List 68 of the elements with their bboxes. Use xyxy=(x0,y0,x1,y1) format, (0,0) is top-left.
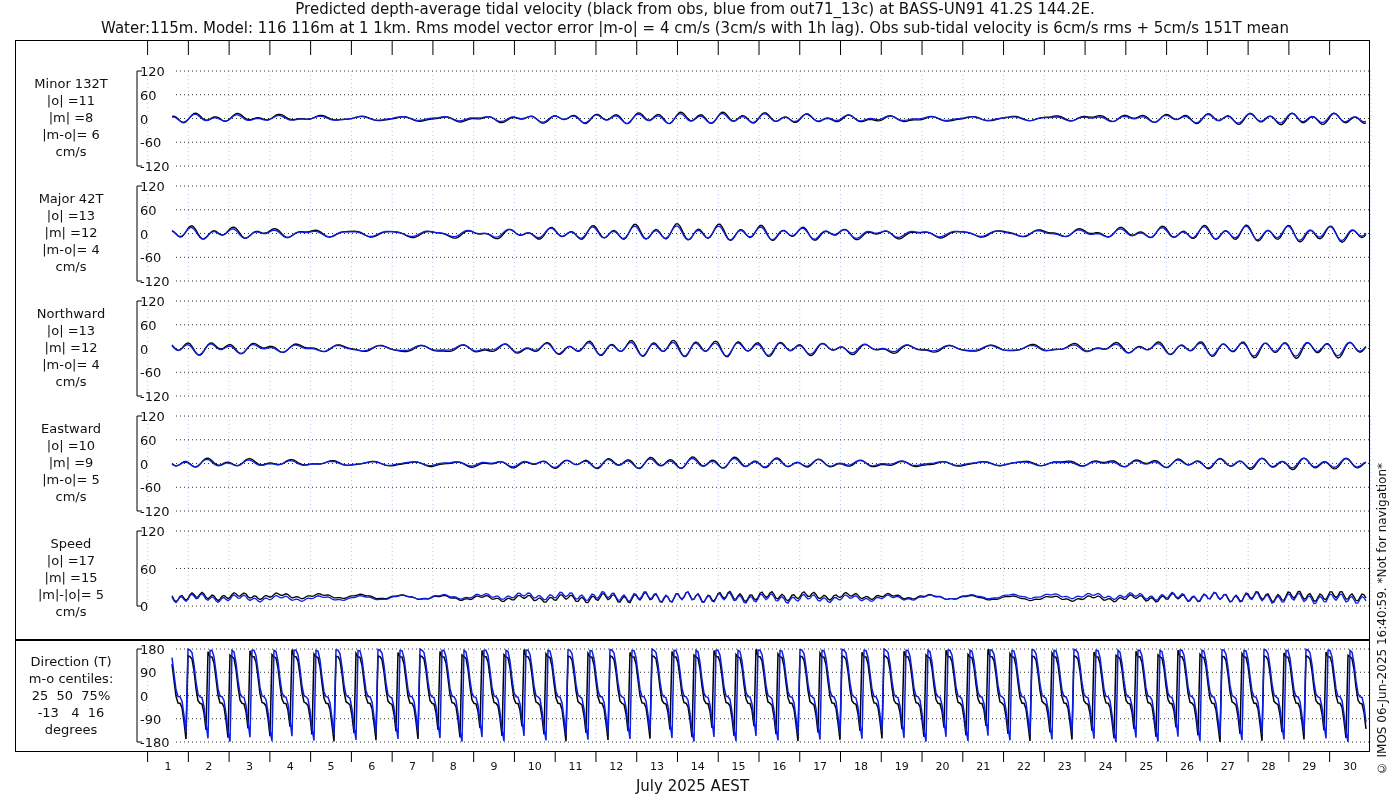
credit-text: © IMOS 06-Jun-2025 16:40:59. *Not for navigation* xyxy=(1375,462,1389,775)
x-tick-label: 20 xyxy=(935,760,950,773)
y-tick-label: 0 xyxy=(140,341,149,357)
x-tick-label: 23 xyxy=(1057,760,1072,773)
chart-title: Predicted depth-average tidal velocity (black from obs, blue from out71_13c) at BASS-UN91 41.2S 144.2E. xyxy=(295,0,1095,19)
y-tick-label: -180 xyxy=(140,735,170,750)
y-tick-label: 60 xyxy=(140,317,157,333)
x-tick-label: 16 xyxy=(772,760,787,773)
x-tick-label: 30 xyxy=(1343,760,1357,773)
y-tick-label: 120 xyxy=(140,294,165,309)
y-tick-label: 120 xyxy=(140,179,165,194)
panel-label: Major 42T |o| =13 |m| =12 |m-o|= 4 cm/s xyxy=(37,190,105,276)
x-tick-label: 22 xyxy=(1016,760,1031,773)
y-tick-label: 120 xyxy=(140,64,165,79)
x-tick-label: 27 xyxy=(1220,760,1235,773)
y-tick-label: -120 xyxy=(140,159,170,174)
x-tick-label: 10 xyxy=(527,760,542,773)
y-tick-label: -60 xyxy=(140,135,162,151)
x-tick-label: 26 xyxy=(1180,760,1194,773)
y-tick-label: 0 xyxy=(140,456,149,472)
y-tick-label: 0 xyxy=(140,599,149,614)
y-tick-label: -90 xyxy=(140,711,162,727)
y-tick-label: -60 xyxy=(140,250,162,266)
x-tick-label: 12 xyxy=(609,760,624,773)
x-tick-label: 14 xyxy=(690,760,705,773)
x-tick-label: 7 xyxy=(409,760,417,773)
x-axis-label: July 2025 AEST xyxy=(635,777,750,795)
chart-subtitle: Water:115m. Model: 116 116m at 1 1km. Rms model vector error |m-o| = 4 cm/s (3cm/s with 1h lag). Obs sub-tidal velocity is 6cm/s rms + 5cm/s 151T mean xyxy=(101,19,1289,38)
panel-label: Direction (T) m-o centiles: 25 50 75% -13 4 16 degrees xyxy=(27,653,115,739)
x-tick-label: 6 xyxy=(368,760,376,773)
x-tick-label: 25 xyxy=(1139,760,1154,773)
x-tick-label: 13 xyxy=(650,760,665,773)
x-tick-label: 4 xyxy=(286,760,294,773)
y-tick-label: -120 xyxy=(140,389,170,404)
y-tick-label: -120 xyxy=(140,504,170,519)
x-tick-label: 29 xyxy=(1302,760,1317,773)
x-tick-label: 17 xyxy=(813,760,828,773)
x-tick-label: 9 xyxy=(490,760,498,773)
y-tick-label: 180 xyxy=(140,642,165,657)
panel-label: Speed |o| =17 |m| =15 |m|-|o|= 5 cm/s xyxy=(36,535,106,621)
x-tick-label: 19 xyxy=(894,760,909,773)
x-tick-label: 28 xyxy=(1261,760,1276,773)
y-tick-label: 0 xyxy=(140,226,149,242)
y-tick-label: -60 xyxy=(140,480,162,496)
y-tick-label: 0 xyxy=(140,111,149,127)
y-tick-label: 60 xyxy=(140,87,157,103)
x-tick-label: 8 xyxy=(449,760,457,773)
x-tick-label: 2 xyxy=(205,760,213,773)
x-tick-label: 18 xyxy=(853,760,868,773)
x-tick-label: 3 xyxy=(246,760,253,773)
y-tick-label: 120 xyxy=(140,524,165,539)
x-tick-label: 1 xyxy=(164,760,172,773)
y-tick-label: 60 xyxy=(140,202,157,218)
x-tick-label: 24 xyxy=(1098,760,1113,773)
x-tick-label: 15 xyxy=(731,760,746,773)
y-tick-label: 90 xyxy=(140,665,157,681)
x-tick-label: 5 xyxy=(327,760,335,773)
y-tick-label: 60 xyxy=(140,561,157,577)
x-tick-label: 21 xyxy=(976,760,991,773)
panel-label: Minor 132T |o| =11 |m| =8 |m-o|= 6 cm/s xyxy=(33,75,109,161)
panel-label: Eastward |o| =10 |m| =9 |m-o|= 5 cm/s xyxy=(40,420,102,506)
y-tick-label: 0 xyxy=(140,688,149,704)
panel-label: Northward |o| =13 |m| =12 |m-o|= 4 cm/s xyxy=(35,305,107,391)
y-tick-label: 60 xyxy=(140,432,157,448)
y-tick-label: 120 xyxy=(140,409,165,424)
x-tick-label: 11 xyxy=(568,760,583,773)
y-tick-label: -120 xyxy=(140,274,170,289)
y-tick-label: -60 xyxy=(140,365,162,381)
